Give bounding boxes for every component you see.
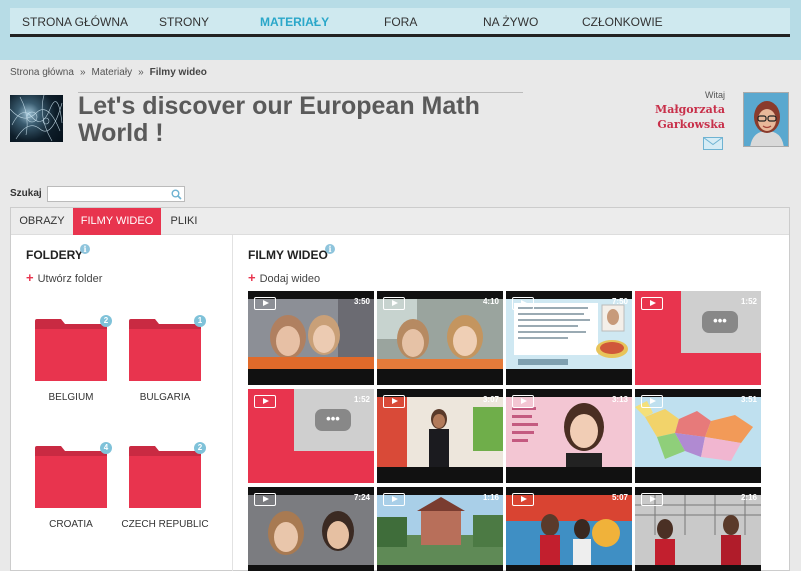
folders-title: Foldery [26, 248, 83, 262]
avatar[interactable] [743, 92, 789, 147]
user-first-name: Małgorzata [655, 103, 725, 116]
video-thumbnail[interactable]: 1:16 [377, 487, 503, 571]
greeting-label: Witaj [705, 90, 725, 100]
video-duration: 7:24 [353, 493, 370, 502]
folder-icon [129, 446, 201, 508]
video-thumbnail[interactable]: 2:16 [635, 487, 761, 571]
video-placeholder[interactable]: ••• 1:52 [635, 291, 761, 385]
folder-czech-republic[interactable]: 2 Czech Republic [115, 442, 215, 546]
video-thumbnail[interactable]: 3:13 [506, 389, 632, 483]
envelope-icon[interactable] [703, 137, 723, 150]
play-icon [383, 493, 405, 506]
video-duration: 1:52 [353, 395, 370, 404]
videos-title: Filmy wideo [248, 248, 328, 262]
play-icon [641, 493, 663, 506]
video-duration: 3:13 [611, 395, 628, 404]
nav-item-live[interactable]: Na żywo [483, 8, 538, 37]
breadcrumb: Strona główna » Materiały » Filmy wideo [10, 67, 207, 78]
search-icon[interactable] [171, 189, 182, 200]
play-icon [512, 395, 534, 408]
add-video-button[interactable]: + Dodaj wideo [248, 270, 320, 285]
play-icon [254, 493, 276, 506]
video-thumbnail[interactable]: 7:50 [506, 291, 632, 385]
nav-item-forums[interactable]: Fora [384, 8, 417, 37]
video-thumbnail[interactable]: 4:10 [377, 291, 503, 385]
folder-label: Czech Republic [121, 519, 209, 530]
tab-images[interactable]: Obrazy [11, 208, 73, 235]
page-title: Let's discover our European Math World ! [78, 92, 480, 147]
video-thumbnail[interactable]: 3:51 [635, 389, 761, 483]
breadcrumb-current: Filmy wideo [149, 67, 207, 78]
video-placeholder[interactable]: ••• 1:52 [248, 389, 374, 483]
play-icon [254, 297, 276, 310]
folder-label: Belgium [48, 392, 94, 403]
info-icon[interactable]: i [80, 244, 90, 254]
tab-files[interactable]: Pliki [161, 208, 207, 235]
video-thumbnail[interactable]: 3:07 [377, 389, 503, 483]
nav-item-pages[interactable]: Strony [159, 8, 209, 37]
more-dots-icon: ••• [702, 311, 738, 333]
create-folder-label: Utwórz folder [37, 273, 103, 285]
folder-icon [35, 446, 107, 508]
video-duration: 1:16 [482, 493, 499, 502]
network-logo-image[interactable] [10, 95, 63, 142]
video-duration: 2:16 [740, 493, 757, 502]
folder-count-badge: 1 [194, 315, 206, 327]
play-icon [512, 493, 534, 506]
video-duration: 3:50 [353, 297, 370, 306]
play-icon [254, 395, 276, 408]
user-name-link[interactable]: Małgorzata Garkowska [640, 102, 725, 132]
play-icon [512, 297, 534, 310]
breadcrumb-home[interactable]: Strona główna [10, 67, 74, 78]
breadcrumb-separator: » [79, 67, 86, 78]
play-icon [641, 297, 663, 310]
main-nav: Strona główna Strony Materiały Fora Na ż… [10, 8, 790, 37]
play-icon [383, 297, 405, 310]
user-photo-icon [744, 93, 788, 146]
search-input[interactable] [47, 186, 185, 202]
folder-count-badge: 4 [100, 442, 112, 454]
nav-item-members[interactable]: Członkowie [582, 8, 663, 37]
nav-item-materials[interactable]: Materiały [260, 8, 329, 37]
media-panel: Obrazy Filmy wideo Pliki Foldery i + Utwó… [10, 207, 790, 571]
more-dots-icon: ••• [315, 409, 351, 431]
folder-label: Croatia [49, 519, 93, 530]
video-duration: 3:07 [482, 395, 499, 404]
search-label: Szukaj [10, 188, 42, 199]
video-duration: 5:07 [611, 493, 628, 502]
video-duration: 7:50 [611, 297, 628, 306]
media-tabs: Obrazy Filmy wideo Pliki [11, 208, 789, 235]
folder-count-badge: 2 [194, 442, 206, 454]
network-pattern-icon [10, 95, 63, 142]
folder-croatia[interactable]: 4 Croatia [21, 442, 121, 546]
folder-belgium[interactable]: 2 Belgium [21, 315, 121, 419]
play-icon [641, 395, 663, 408]
plus-icon: + [248, 270, 256, 285]
tab-videos[interactable]: Filmy wideo [73, 208, 161, 235]
folder-bulgaria[interactable]: 1 Bulgaria [115, 315, 215, 419]
folder-icon [129, 319, 201, 381]
info-icon[interactable]: i [325, 244, 335, 254]
video-duration: 1:52 [740, 297, 757, 306]
video-thumbnail[interactable]: 7:24 [248, 487, 374, 571]
user-last-name: Garkowska [657, 118, 725, 131]
column-divider [232, 235, 233, 571]
breadcrumb-materials[interactable]: Materiały [92, 67, 133, 78]
video-thumbnail[interactable]: 3:50 [248, 291, 374, 385]
create-folder-button[interactable]: + Utwórz folder [26, 270, 102, 285]
folder-count-badge: 2 [100, 315, 112, 327]
video-duration: 3:51 [740, 395, 757, 404]
add-video-label: Dodaj wideo [259, 273, 321, 285]
top-bar: Strona główna Strony Materiały Fora Na ż… [0, 0, 801, 60]
folder-icon [35, 319, 107, 381]
folder-label: Bulgaria [139, 392, 191, 403]
play-icon [383, 395, 405, 408]
video-duration: 4:10 [482, 297, 499, 306]
breadcrumb-separator: » [138, 67, 144, 78]
plus-icon: + [26, 270, 34, 285]
nav-item-home[interactable]: Strona główna [22, 8, 128, 37]
video-thumbnail[interactable]: 5:07 [506, 487, 632, 571]
